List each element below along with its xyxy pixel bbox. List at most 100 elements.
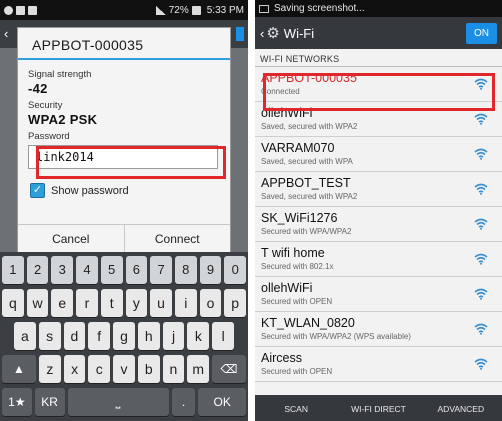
network-status: Secured with OPEN [261, 297, 333, 306]
key-o[interactable]: o [199, 289, 222, 317]
language-key[interactable]: KR [34, 388, 65, 416]
battery-icon [191, 5, 201, 15]
wifi-signal-icon [474, 323, 488, 335]
signal-icon [155, 5, 166, 15]
key-k[interactable]: k [187, 322, 210, 350]
toggle-edge [236, 27, 244, 41]
network-status: Secured with WPA/WPA2 [261, 227, 352, 236]
dialog-title: APPBOT-000035 [18, 28, 230, 60]
symbols-key[interactable]: 1★ [2, 388, 32, 416]
show-password-row[interactable]: ✓ Show password [30, 183, 220, 198]
key-j[interactable]: j [162, 322, 185, 350]
network-row[interactable]: APPBOT_TEST Saved, secured with WPA2 [255, 172, 502, 207]
key-p[interactable]: p [224, 289, 247, 317]
network-status: Saved, secured with WPA [261, 157, 353, 166]
connected-network-highlight-box [263, 73, 495, 111]
key-2[interactable]: 2 [26, 256, 49, 284]
network-row[interactable]: ollehWiFi Secured with OPEN [255, 277, 502, 312]
wifi-signal-icon [474, 218, 488, 230]
network-name: ollehWiFi [261, 281, 313, 295]
image-icon [28, 5, 37, 15]
status-text: Saving screenshot... [274, 3, 365, 14]
key-1[interactable]: 1 [2, 256, 24, 284]
scan-button[interactable]: SCAN [255, 395, 337, 421]
clock: 5:33 PM [206, 4, 244, 16]
status-bar: 72% 5:33 PM [0, 0, 248, 20]
wifi-direct-button[interactable]: WI-FI DIRECT [337, 395, 419, 421]
key-0[interactable]: 0 [224, 256, 247, 284]
key-v[interactable]: v [113, 355, 135, 383]
key-b[interactable]: b [137, 355, 160, 383]
key-h[interactable]: h [137, 322, 160, 350]
key-e[interactable]: e [51, 289, 74, 317]
network-row[interactable]: VARRAM070 Saved, secured with WPA [255, 137, 502, 172]
key-f[interactable]: f [88, 322, 111, 350]
left-phone-screen: 72% 5:33 PM ‹ APPBOT-000035 Signal stren… [0, 0, 248, 421]
key-q[interactable]: q [2, 289, 24, 317]
advanced-button[interactable]: ADVANCED [420, 395, 502, 421]
key-3[interactable]: 3 [51, 256, 74, 284]
key-l[interactable]: l [212, 322, 235, 350]
notification-icon [16, 5, 25, 15]
battery-percent: 72% [168, 4, 189, 16]
key-a[interactable]: a [14, 322, 36, 350]
show-password-checkbox[interactable]: ✓ [30, 183, 45, 198]
gear-icon[interactable]: ⚙ [266, 24, 279, 42]
backspace-key[interactable]: ⌫ [212, 355, 246, 383]
password-highlight-box [36, 146, 226, 179]
connect-button[interactable]: Connect [123, 225, 231, 252]
screenshot-icon [259, 4, 269, 13]
key-u[interactable]: u [150, 289, 172, 317]
key-4[interactable]: 4 [76, 256, 98, 284]
back-icon[interactable]: ‹ [260, 26, 264, 41]
ok-key[interactable]: OK [198, 388, 247, 416]
network-status: Saved, secured with WPA2 [261, 122, 358, 131]
cancel-button[interactable]: Cancel [18, 225, 124, 252]
security-value: WPA2 PSK [28, 112, 98, 127]
key-r[interactable]: r [76, 289, 98, 317]
key-9[interactable]: 9 [199, 256, 222, 284]
status-bar: Saving screenshot... [255, 0, 502, 17]
key-m[interactable]: m [187, 355, 210, 383]
back-icon: ‹ [4, 26, 9, 41]
space-key[interactable]: ⎵ [67, 388, 169, 416]
signal-strength-value: -42 [28, 81, 48, 96]
network-row[interactable]: SK_WiFi1276 Secured with WPA/WPA2 [255, 207, 502, 242]
key-x[interactable]: x [63, 355, 86, 383]
wifi-toggle[interactable]: ON [466, 22, 497, 44]
bottom-action-bar: SCAN WI-FI DIRECT ADVANCED [255, 395, 502, 421]
key-y[interactable]: y [125, 289, 148, 317]
period-key[interactable]: . [171, 388, 196, 416]
security-label: Security [28, 100, 63, 111]
key-c[interactable]: c [88, 355, 111, 383]
wifi-signal-icon [474, 288, 488, 300]
key-n[interactable]: n [162, 355, 185, 383]
network-row[interactable]: Aircess Secured with OPEN [255, 347, 502, 382]
key-z[interactable]: z [39, 355, 61, 383]
wifi-signal-icon [474, 113, 488, 125]
signal-strength-label: Signal strength [28, 69, 92, 80]
show-password-label: Show password [51, 184, 129, 197]
page-title: Wi-Fi [283, 25, 315, 41]
key-s[interactable]: s [38, 322, 61, 350]
notification-icon [4, 5, 13, 15]
wifi-signal-icon [474, 253, 488, 265]
key-8[interactable]: 8 [174, 256, 197, 284]
wifi-signal-icon [474, 148, 488, 160]
key-7[interactable]: 7 [150, 256, 172, 284]
on-screen-keyboard: 1234567890 qwertyuiop asdfghjkl ▲ zxcvbn… [0, 252, 248, 421]
key-5[interactable]: 5 [100, 256, 123, 284]
network-name: SK_WiFi1276 [261, 211, 338, 225]
right-phone-screen: Saving screenshot... ‹ ⚙ Wi-Fi ON WI-FI … [255, 0, 502, 421]
network-name: T wifi home [261, 246, 325, 260]
network-row[interactable]: T wifi home Secured with 802.1x [255, 242, 502, 277]
network-status: Secured with 802.1x [261, 262, 334, 271]
network-row[interactable]: KT_WLAN_0820 Secured with WPA/WPA2 (WPS a… [255, 312, 502, 347]
key-6[interactable]: 6 [125, 256, 148, 284]
key-t[interactable]: t [100, 289, 123, 317]
shift-key[interactable]: ▲ [2, 355, 36, 383]
key-g[interactable]: g [113, 322, 135, 350]
key-w[interactable]: w [26, 289, 49, 317]
key-d[interactable]: d [63, 322, 86, 350]
key-i[interactable]: i [174, 289, 197, 317]
